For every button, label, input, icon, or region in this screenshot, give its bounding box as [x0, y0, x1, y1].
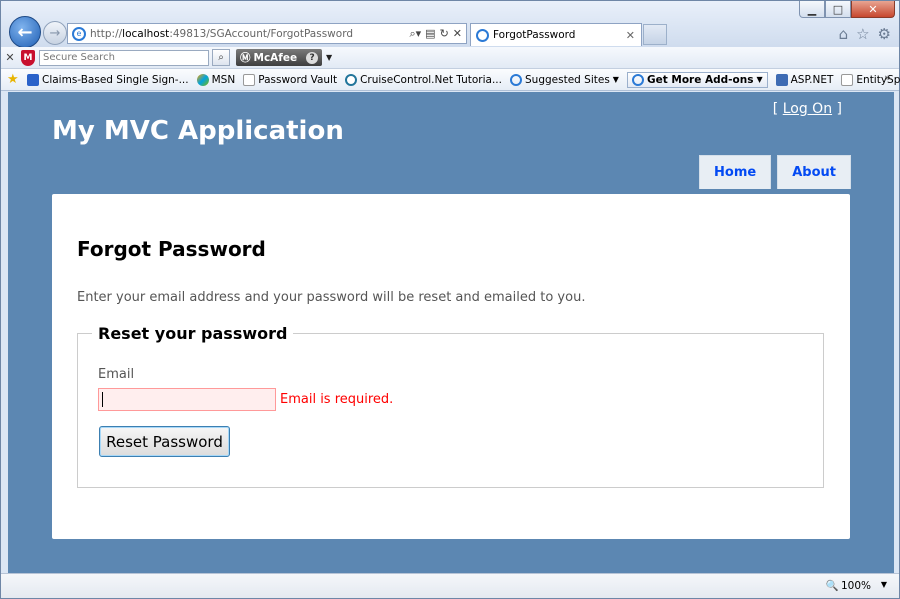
favorite-label: CruiseControl.Net Tutoria... [360, 73, 502, 86]
tools-gear-icon[interactable]: ⚙ [878, 25, 891, 43]
reset-fieldset: Reset your password Email Email is requi… [77, 324, 824, 488]
back-arrow-icon: ← [17, 21, 33, 43]
new-tab-button[interactable] [643, 24, 667, 45]
intro-text: Enter your email address and your passwo… [77, 290, 586, 305]
favorite-cruisecontrol[interactable]: CruiseControl.Net Tutoria... [345, 73, 502, 86]
bracket-open: [ [772, 101, 783, 117]
site-title: My MVC Application [52, 116, 344, 146]
aspnet-icon [775, 73, 788, 86]
page-icon [243, 73, 256, 86]
ie-icon [631, 73, 644, 86]
zoom-magnifier-icon: 🔍 [825, 580, 839, 592]
mcafee-toolbar: ✕ M Secure Search ⌕ Ⓜ McAfee ? ▼ [1, 47, 899, 69]
menu-item-about[interactable]: About [777, 155, 851, 189]
log-on-link[interactable]: Log On [783, 101, 832, 117]
forward-arrow-icon: → [49, 25, 61, 41]
zoom-level: 100% [840, 579, 871, 592]
wordpress-icon [345, 73, 358, 86]
home-icon[interactable]: ⌂ [839, 25, 849, 43]
ie-page-icon: e [72, 26, 86, 41]
search-go-button[interactable]: ⌕ [212, 49, 230, 66]
search-icon[interactable]: ⌕▾ [409, 27, 421, 41]
refresh-icon[interactable]: ↻ [440, 27, 449, 41]
email-validation-error: Email is required. [280, 392, 394, 407]
mcafee-shield-icon: M [21, 49, 35, 66]
favorites-bar: ★ Claims-Based Single Sign-... MSN Passw… [1, 69, 900, 91]
tab-close-icon[interactable]: ✕ [626, 29, 641, 42]
command-icons: ⌂ ☆ ⚙ [839, 25, 891, 43]
main-menu: Home About [699, 155, 851, 189]
browser-window: ▁ □ ✕ ← → e http://localhost:49813/SGAcc… [0, 0, 900, 599]
close-window-button[interactable]: ✕ [851, 1, 895, 18]
close-toolbar-icon[interactable]: ✕ [1, 51, 19, 64]
zoom-dropdown-icon[interactable]: ▼ [881, 580, 887, 589]
msn-butterfly-icon [196, 73, 209, 86]
favorite-claims-sso[interactable]: Claims-Based Single Sign-... [27, 73, 189, 86]
logon-display: [ Log On ] [773, 101, 842, 117]
menu-item-home[interactable]: Home [699, 155, 772, 189]
ie-icon [510, 73, 522, 86]
status-bar: 🔍 100% ▼ [1, 573, 899, 598]
email-field[interactable] [98, 388, 276, 411]
stop-icon[interactable]: ✕ [453, 27, 462, 41]
favorites-star-icon[interactable]: ☆ [856, 25, 869, 43]
url-path: :49813/SGAccount/ForgotPassword [169, 27, 353, 40]
url-scheme: http:// [90, 27, 123, 40]
minimize-button[interactable]: ▁ [799, 1, 825, 18]
favorite-entityspaces[interactable]: EntitySpaces [841, 73, 900, 86]
mcafee-dropdown-icon[interactable]: ▼ [326, 53, 332, 62]
favorites-icon[interactable]: ★ [7, 73, 19, 86]
favorite-label: ASP.NET [790, 73, 834, 86]
back-button[interactable]: ← [9, 16, 41, 48]
favorite-get-more-addons[interactable]: Get More Add-ons ▼ [626, 71, 768, 88]
favorite-label: EntitySpaces [856, 73, 900, 86]
favorite-password-vault[interactable]: Password Vault [243, 73, 338, 86]
url-host: localhost [122, 27, 170, 40]
email-label: Email [98, 367, 135, 382]
mcafee-label: McAfee [253, 51, 298, 64]
chevron-down-icon: ▼ [756, 75, 763, 84]
zoom-control[interactable]: 🔍 100% [825, 579, 871, 593]
favorite-label: Get More Add-ons [646, 73, 754, 86]
favorite-msn[interactable]: MSN [196, 73, 236, 86]
page-heading: Forgot Password [77, 237, 266, 261]
favorite-label: Suggested Sites [525, 73, 610, 86]
chevron-down-icon: ▼ [612, 75, 619, 84]
tab-label: ForgotPassword [493, 29, 576, 41]
mcafee-button[interactable]: Ⓜ McAfee ? [236, 49, 322, 66]
mcafee-logo-icon: Ⓜ [240, 52, 251, 64]
secure-search-input[interactable]: Secure Search [39, 49, 209, 66]
address-url[interactable]: http://localhost:49813/SGAccount/ForgotP… [90, 28, 409, 40]
tab-forgotpassword[interactable]: ForgotPassword ✕ [470, 23, 642, 46]
page-icon [841, 73, 854, 86]
tab-ie-icon [476, 28, 489, 42]
compatibility-view-icon[interactable]: ▤ [425, 27, 435, 41]
claims-icon [27, 73, 39, 86]
bracket-close: ] [832, 101, 842, 117]
favorite-suggested-sites[interactable]: Suggested Sites ▼ [510, 73, 619, 86]
text-caret [102, 392, 103, 407]
help-icon[interactable]: ? [306, 51, 319, 64]
magnifier-icon: ⌕ [218, 52, 224, 63]
favorite-label: MSN [211, 73, 236, 86]
favorite-label: Claims-Based Single Sign-... [42, 73, 189, 86]
favorites-overflow-icon[interactable]: » [884, 71, 891, 84]
reset-password-button[interactable]: Reset Password [99, 426, 230, 457]
forward-button[interactable]: → [43, 21, 67, 45]
favorite-aspnet[interactable]: ASP.NET [775, 73, 834, 86]
address-tools: ⌕▾ ▤ ↻ ✕ [409, 27, 466, 41]
web-page: [ Log On ] My MVC Application Home About… [8, 92, 894, 573]
maximize-button[interactable]: □ [825, 1, 851, 18]
window-controls: ▁ □ ✕ [799, 1, 895, 19]
favorite-label: Password Vault [258, 73, 338, 86]
title-bar: ▁ □ ✕ ← → e http://localhost:49813/SGAcc… [1, 1, 899, 48]
address-bar[interactable]: e http://localhost:49813/SGAccount/Forgo… [67, 23, 467, 44]
main-content: Forgot Password Enter your email address… [52, 194, 850, 539]
fieldset-legend: Reset your password [98, 324, 288, 343]
